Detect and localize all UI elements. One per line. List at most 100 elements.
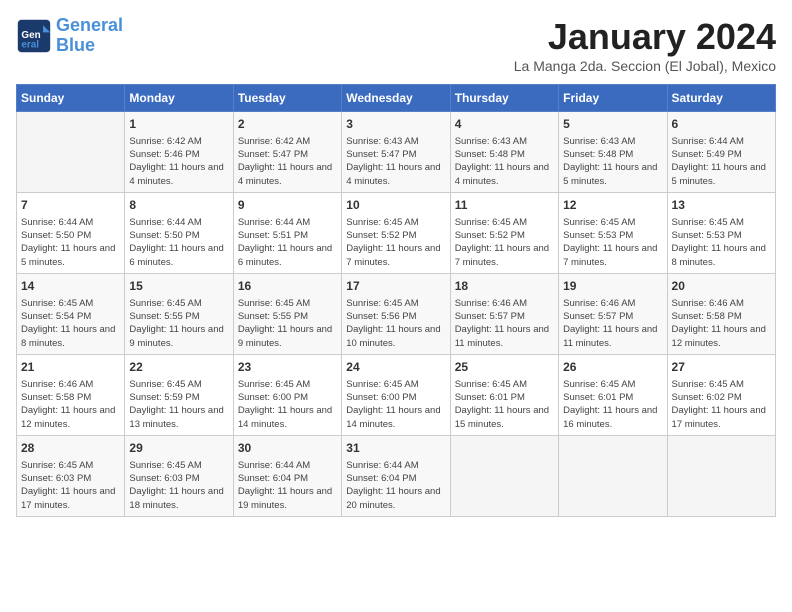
calendar-cell: 26Sunrise: 6:45 AMSunset: 6:01 PMDayligh… — [559, 354, 667, 435]
month-title: January 2024 — [514, 16, 776, 58]
day-info: Sunrise: 6:45 AMSunset: 5:53 PMDaylight:… — [672, 216, 771, 269]
day-info: Sunrise: 6:45 AMSunset: 5:54 PMDaylight:… — [21, 297, 120, 350]
week-row-3: 21 Sunrise: 6:46 AMSunset: 5:58 PMDayligh… — [17, 354, 776, 435]
day-info: Sunrise: 6:45 AMSunset: 5:55 PMDaylight:… — [129, 297, 228, 350]
location: La Manga 2da. Seccion (El Jobal), Mexico — [514, 58, 776, 74]
day-info: Sunrise: 6:45 AMSunset: 5:52 PMDaylight:… — [455, 216, 554, 269]
day-info: Sunrise: 6:42 AMSunset: 5:46 PMDaylight:… — [129, 135, 228, 188]
day-number: 21 — [21, 359, 120, 376]
header-cell-friday: Friday — [559, 85, 667, 112]
day-info: Sunrise: 6:45 AMSunset: 5:59 PMDaylight:… — [129, 378, 228, 431]
day-number: 3 — [346, 116, 445, 133]
day-number: 5 — [563, 116, 662, 133]
day-info: Sunrise: 6:43 AMSunset: 5:48 PMDaylight:… — [563, 135, 662, 188]
calendar-cell — [667, 435, 775, 516]
week-row-0: 1 Sunrise: 6:42 AMSunset: 5:46 PMDaylight… — [17, 112, 776, 193]
calendar-cell: 2Sunrise: 6:42 AMSunset: 5:47 PMDaylight… — [233, 112, 341, 193]
calendar-cell: 30Sunrise: 6:44 AMSunset: 6:04 PMDayligh… — [233, 435, 341, 516]
calendar-cell: 19 Sunrise: 6:46 AMSunset: 5:57 PMDayligh… — [559, 273, 667, 354]
day-number: 25 — [455, 359, 554, 376]
calendar-cell — [559, 435, 667, 516]
day-number: 19 — [563, 278, 662, 295]
calendar-cell: 13 Sunrise: 6:45 AMSunset: 5:53 PMDayligh… — [667, 192, 775, 273]
day-number: 23 — [238, 359, 337, 376]
header-cell-monday: Monday — [125, 85, 233, 112]
calendar-cell: 4Sunrise: 6:43 AMSunset: 5:48 PMDaylight… — [450, 112, 558, 193]
header-cell-wednesday: Wednesday — [342, 85, 450, 112]
week-row-4: 28 Sunrise: 6:45 AMSunset: 6:03 PMDayligh… — [17, 435, 776, 516]
day-info: Sunrise: 6:45 AMSunset: 5:53 PMDaylight:… — [563, 216, 662, 269]
logo-icon: Gen eral — [16, 18, 52, 54]
day-info: Sunrise: 6:46 AMSunset: 5:57 PMDaylight:… — [455, 297, 554, 350]
page-header: Gen eral General Blue January 2024 La Ma… — [16, 16, 776, 74]
header-cell-sunday: Sunday — [17, 85, 125, 112]
day-info: Sunrise: 6:46 AMSunset: 5:58 PMDaylight:… — [21, 378, 120, 431]
calendar-header: SundayMondayTuesdayWednesdayThursdayFrid… — [17, 85, 776, 112]
day-number: 13 — [672, 197, 771, 214]
day-number: 17 — [346, 278, 445, 295]
day-number: 28 — [21, 440, 120, 457]
header-row: SundayMondayTuesdayWednesdayThursdayFrid… — [17, 85, 776, 112]
calendar-cell: 31 Sunrise: 6:44 AMSunset: 6:04 PMDayligh… — [342, 435, 450, 516]
day-info: Sunrise: 6:44 AMSunset: 5:50 PMDaylight:… — [21, 216, 120, 269]
header-cell-thursday: Thursday — [450, 85, 558, 112]
day-number: 31 — [346, 440, 445, 457]
day-number: 11 — [455, 197, 554, 214]
day-number: 1 — [129, 116, 228, 133]
calendar-cell: 3 Sunrise: 6:43 AMSunset: 5:47 PMDaylight… — [342, 112, 450, 193]
calendar-cell: 20Sunrise: 6:46 AMSunset: 5:58 PMDayligh… — [667, 273, 775, 354]
calendar-cell: 23Sunrise: 6:45 AMSunset: 6:00 PMDayligh… — [233, 354, 341, 435]
calendar-cell: 29 Sunrise: 6:45 AMSunset: 6:03 PMDayligh… — [125, 435, 233, 516]
day-number: 22 — [129, 359, 228, 376]
day-info: Sunrise: 6:45 AMSunset: 6:03 PMDaylight:… — [21, 459, 120, 512]
day-number: 2 — [238, 116, 337, 133]
day-number: 30 — [238, 440, 337, 457]
day-info: Sunrise: 6:44 AMSunset: 6:04 PMDaylight:… — [346, 459, 445, 512]
calendar-cell: 22 Sunrise: 6:45 AMSunset: 5:59 PMDayligh… — [125, 354, 233, 435]
calendar-cell: 18 Sunrise: 6:46 AMSunset: 5:57 PMDayligh… — [450, 273, 558, 354]
calendar-cell: 15 Sunrise: 6:45 AMSunset: 5:55 PMDayligh… — [125, 273, 233, 354]
calendar-cell: 14 Sunrise: 6:45 AMSunset: 5:54 PMDayligh… — [17, 273, 125, 354]
day-number: 27 — [672, 359, 771, 376]
day-number: 12 — [563, 197, 662, 214]
calendar-cell: 1 Sunrise: 6:42 AMSunset: 5:46 PMDaylight… — [125, 112, 233, 193]
day-info: Sunrise: 6:45 AMSunset: 6:01 PMDaylight:… — [455, 378, 554, 431]
day-number: 6 — [672, 116, 771, 133]
svg-text:eral: eral — [21, 39, 39, 50]
day-number: 8 — [129, 197, 228, 214]
logo: Gen eral General Blue — [16, 16, 123, 56]
calendar-cell: 16 Sunrise: 6:45 AMSunset: 5:55 PMDayligh… — [233, 273, 341, 354]
day-number: 15 — [129, 278, 228, 295]
day-number: 26 — [563, 359, 662, 376]
day-number: 29 — [129, 440, 228, 457]
day-info: Sunrise: 6:44 AMSunset: 5:51 PMDaylight:… — [238, 216, 337, 269]
title-block: January 2024 La Manga 2da. Seccion (El J… — [514, 16, 776, 74]
day-info: Sunrise: 6:45 AMSunset: 5:55 PMDaylight:… — [238, 297, 337, 350]
day-number: 16 — [238, 278, 337, 295]
calendar-cell: 25 Sunrise: 6:45 AMSunset: 6:01 PMDayligh… — [450, 354, 558, 435]
calendar-cell: 8 Sunrise: 6:44 AMSunset: 5:50 PMDaylight… — [125, 192, 233, 273]
calendar-cell: 9Sunrise: 6:44 AMSunset: 5:51 PMDaylight… — [233, 192, 341, 273]
calendar-cell: 17Sunrise: 6:45 AMSunset: 5:56 PMDayligh… — [342, 273, 450, 354]
day-info: Sunrise: 6:44 AMSunset: 5:49 PMDaylight:… — [672, 135, 771, 188]
day-info: Sunrise: 6:45 AMSunset: 6:03 PMDaylight:… — [129, 459, 228, 512]
day-number: 4 — [455, 116, 554, 133]
calendar-body: 1 Sunrise: 6:42 AMSunset: 5:46 PMDaylight… — [17, 112, 776, 517]
day-info: Sunrise: 6:46 AMSunset: 5:57 PMDaylight:… — [563, 297, 662, 350]
calendar-cell: 10Sunrise: 6:45 AMSunset: 5:52 PMDayligh… — [342, 192, 450, 273]
calendar-cell: 11 Sunrise: 6:45 AMSunset: 5:52 PMDayligh… — [450, 192, 558, 273]
calendar-cell: 21 Sunrise: 6:46 AMSunset: 5:58 PMDayligh… — [17, 354, 125, 435]
day-info: Sunrise: 6:45 AMSunset: 5:52 PMDaylight:… — [346, 216, 445, 269]
day-number: 7 — [21, 197, 120, 214]
day-number: 24 — [346, 359, 445, 376]
day-number: 20 — [672, 278, 771, 295]
week-row-1: 7 Sunrise: 6:44 AMSunset: 5:50 PMDaylight… — [17, 192, 776, 273]
header-cell-tuesday: Tuesday — [233, 85, 341, 112]
day-number: 14 — [21, 278, 120, 295]
day-info: Sunrise: 6:45 AMSunset: 6:02 PMDaylight:… — [672, 378, 771, 431]
calendar-cell — [17, 112, 125, 193]
day-info: Sunrise: 6:44 AMSunset: 5:50 PMDaylight:… — [129, 216, 228, 269]
day-number: 18 — [455, 278, 554, 295]
calendar-cell: 24Sunrise: 6:45 AMSunset: 6:00 PMDayligh… — [342, 354, 450, 435]
day-info: Sunrise: 6:43 AMSunset: 5:47 PMDaylight:… — [346, 135, 445, 188]
